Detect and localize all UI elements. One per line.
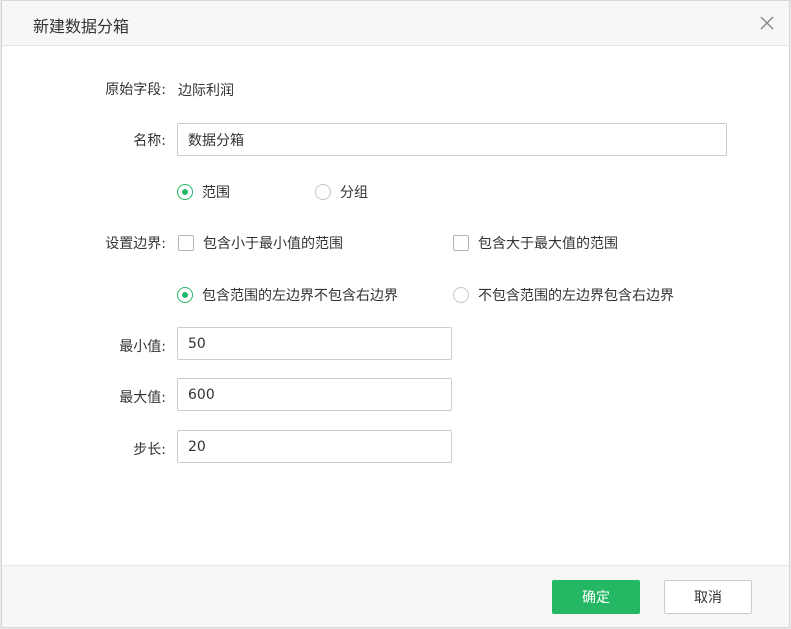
include-below-min-checkbox[interactable]: 包含小于最小值的范围: [178, 233, 343, 253]
mode-range-radio[interactable]: 范围: [177, 182, 230, 202]
step-label: 步长:: [133, 442, 166, 458]
dialog-footer: 确定 取消: [2, 565, 789, 627]
mode-group-label: 分组: [340, 185, 368, 201]
right-inclusive-label: 不包含范围的左边界包含右边界: [478, 288, 674, 304]
source-field-value: 边际利润: [178, 83, 234, 99]
mode-group-radio[interactable]: 分组: [315, 182, 368, 202]
radio-unchecked-icon: [315, 184, 331, 200]
boundary-label: 设置边界:: [105, 236, 166, 252]
min-label: 最小值:: [119, 339, 166, 355]
checkbox-icon: [453, 235, 469, 251]
step-input[interactable]: [177, 430, 452, 463]
left-inclusive-label: 包含范围的左边界不包含右边界: [202, 288, 398, 304]
mode-range-label: 范围: [202, 185, 230, 201]
include-below-min-label: 包含小于最小值的范围: [203, 236, 343, 252]
new-data-bin-dialog: 新建数据分箱 原始字段: 边际利润 名称: 范围 分组 设置边界: 包含小于最小…: [1, 0, 790, 628]
confirm-button[interactable]: 确定: [552, 580, 640, 614]
checkbox-icon: [178, 235, 194, 251]
name-label: 名称:: [133, 133, 166, 149]
include-above-max-label: 包含大于最大值的范围: [478, 236, 618, 252]
cancel-button[interactable]: 取消: [664, 580, 752, 614]
radio-checked-icon: [177, 184, 193, 200]
name-input[interactable]: [177, 123, 727, 156]
max-label: 最大值:: [119, 390, 166, 406]
max-input[interactable]: [177, 378, 452, 411]
source-field-label: 原始字段:: [105, 82, 166, 98]
dialog-title: 新建数据分箱: [33, 17, 130, 36]
dialog-header: 新建数据分箱: [2, 1, 789, 46]
radio-checked-icon: [177, 287, 193, 303]
close-icon[interactable]: [759, 15, 775, 31]
include-above-max-checkbox[interactable]: 包含大于最大值的范围: [453, 233, 618, 253]
right-inclusive-radio[interactable]: 不包含范围的左边界包含右边界: [453, 285, 674, 305]
radio-unchecked-icon: [453, 287, 469, 303]
left-inclusive-radio[interactable]: 包含范围的左边界不包含右边界: [177, 285, 398, 305]
min-input[interactable]: [177, 327, 452, 360]
